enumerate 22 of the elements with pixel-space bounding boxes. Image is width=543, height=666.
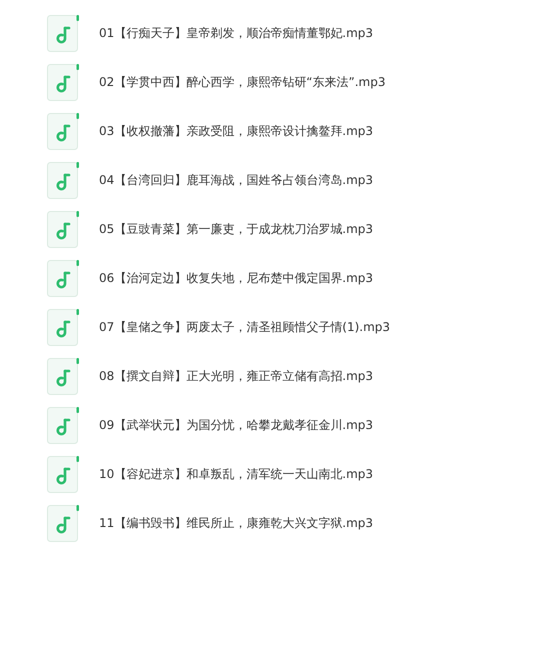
file-name[interactable]: 04【台湾回归】鹿耳海战，国姓爷占领台湾岛.mp3 — [99, 172, 374, 189]
audio-file-icon — [47, 162, 79, 199]
audio-file-icon — [47, 358, 79, 395]
file-name[interactable]: 11【编书毁书】维民所止，康雍乾大兴文字狱.mp3 — [99, 515, 374, 532]
file-name[interactable]: 05【豆豉青菜】第一廉吏，于成龙枕刀治罗城.mp3 — [99, 221, 374, 238]
file-name[interactable]: 01【行痴天子】皇帝剃发，顺治帝痴情董鄂妃.mp3 — [99, 25, 374, 42]
audio-file-icon — [47, 211, 79, 248]
audio-file-icon — [47, 113, 79, 150]
file-name[interactable]: 08【撰文自辩】正大光明，雍正帝立储有高招.mp3 — [99, 368, 374, 385]
audio-file-icon — [47, 64, 79, 101]
file-name[interactable]: 03【收权撤藩】亲政受阻，康熙帝设计擒鳌拜.mp3 — [99, 123, 374, 140]
audio-file-icon — [47, 407, 79, 444]
file-name[interactable]: 07【皇储之争】两废太子，清圣祖顾惜父子情(1).mp3 — [99, 319, 390, 336]
file-name[interactable]: 02【学贯中西】醉心西学，康熙帝钻研“东来法”.mp3 — [99, 74, 386, 91]
audio-file-icon — [47, 505, 79, 542]
audio-file-icon — [47, 15, 79, 52]
audio-file-icon — [47, 456, 79, 493]
file-name[interactable]: 10【容妃进京】和卓叛乱，清军统一天山南北.mp3 — [99, 466, 374, 483]
file-name[interactable]: 06【治河定边】收复失地，尼布楚中俄定国界.mp3 — [99, 270, 374, 287]
audio-file-icon — [47, 260, 79, 297]
file-name[interactable]: 09【武举状元】为国分忧，哈攀龙戴孝征金川.mp3 — [99, 417, 374, 434]
audio-file-icon — [47, 309, 79, 346]
